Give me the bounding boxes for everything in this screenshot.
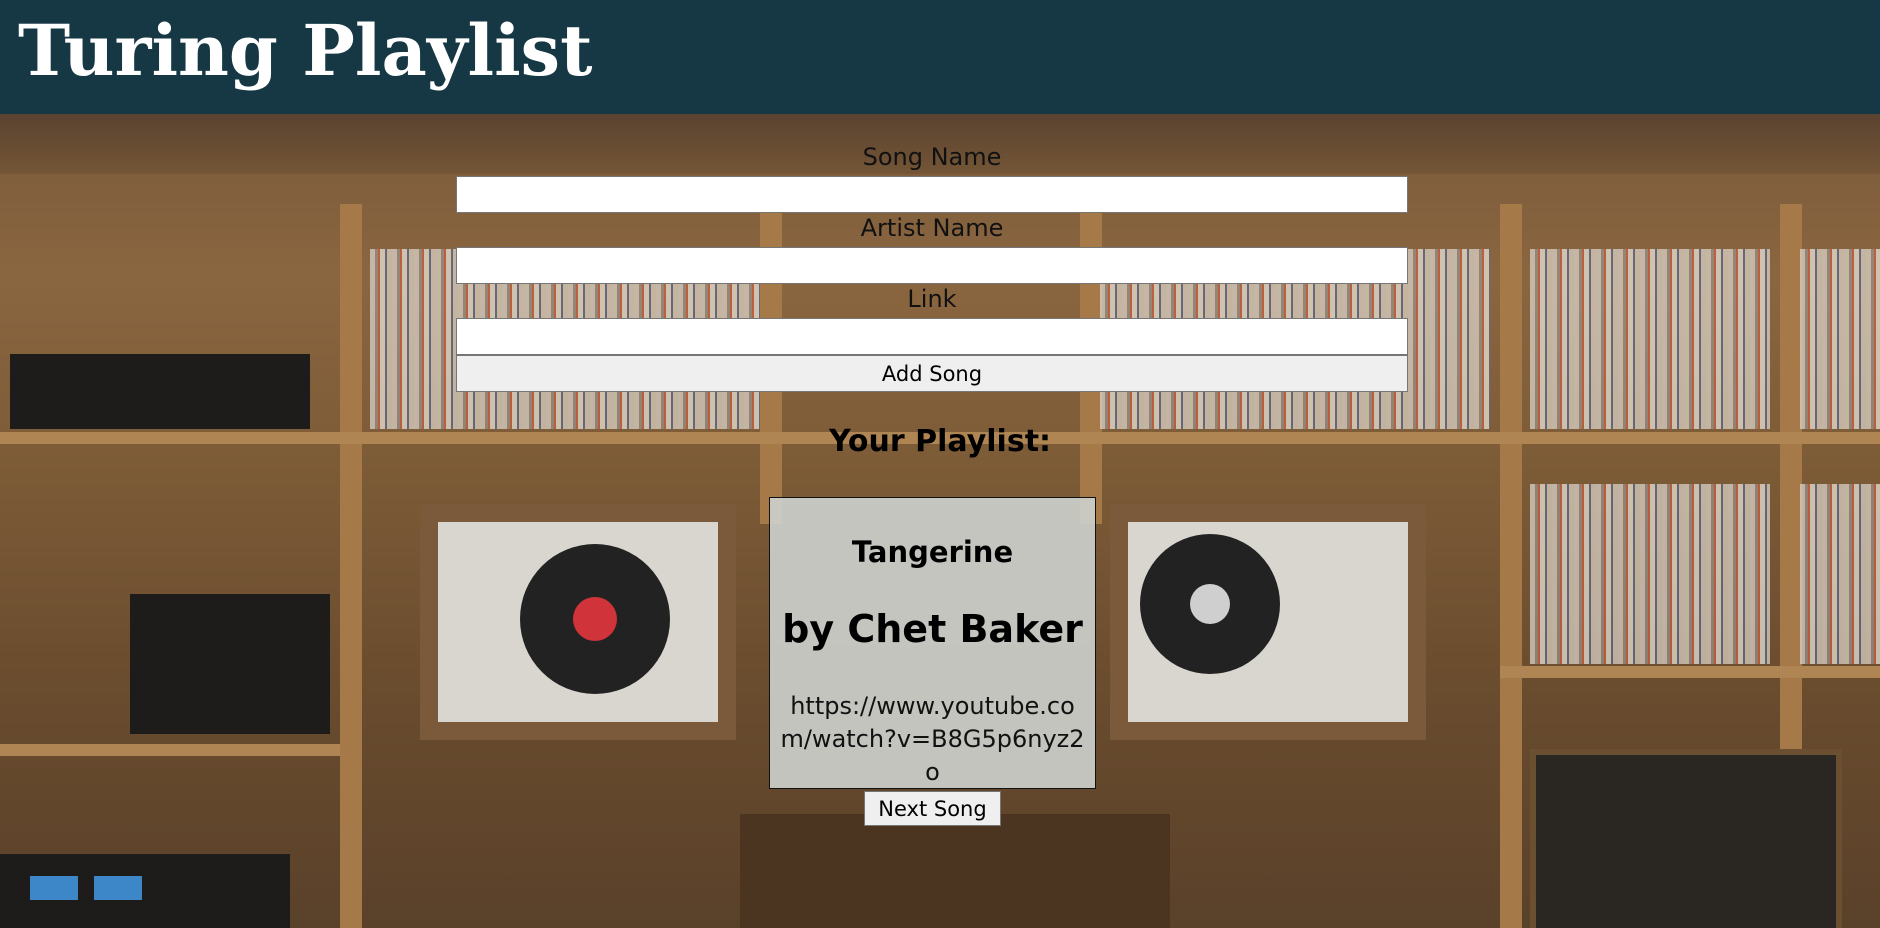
app-title: Turing Playlist: [18, 9, 593, 92]
next-song-button[interactable]: Next Song: [864, 791, 1001, 826]
song-name-label: Song Name: [862, 143, 1002, 171]
playlist-heading: Your Playlist:: [828, 424, 1052, 459]
song-title: Tangerine: [851, 535, 1014, 569]
link-label: Link: [907, 285, 957, 313]
song-name-input[interactable]: [456, 176, 1408, 213]
song-artist: by Chet Baker: [782, 607, 1083, 651]
add-song-button[interactable]: Add Song: [456, 355, 1408, 392]
current-song-card: Tangerine by Chet Baker https://www.yout…: [769, 497, 1096, 789]
add-song-form: Song Name Artist Name Link Add Song: [456, 142, 1408, 392]
artist-name-label: Artist Name: [860, 214, 1004, 242]
song-link[interactable]: https://www.youtube.com/watch?v=B8G5p6ny…: [778, 690, 1087, 789]
artist-name-input[interactable]: [456, 247, 1408, 284]
app-header: Turing Playlist: [0, 0, 1880, 114]
link-input[interactable]: [456, 318, 1408, 355]
